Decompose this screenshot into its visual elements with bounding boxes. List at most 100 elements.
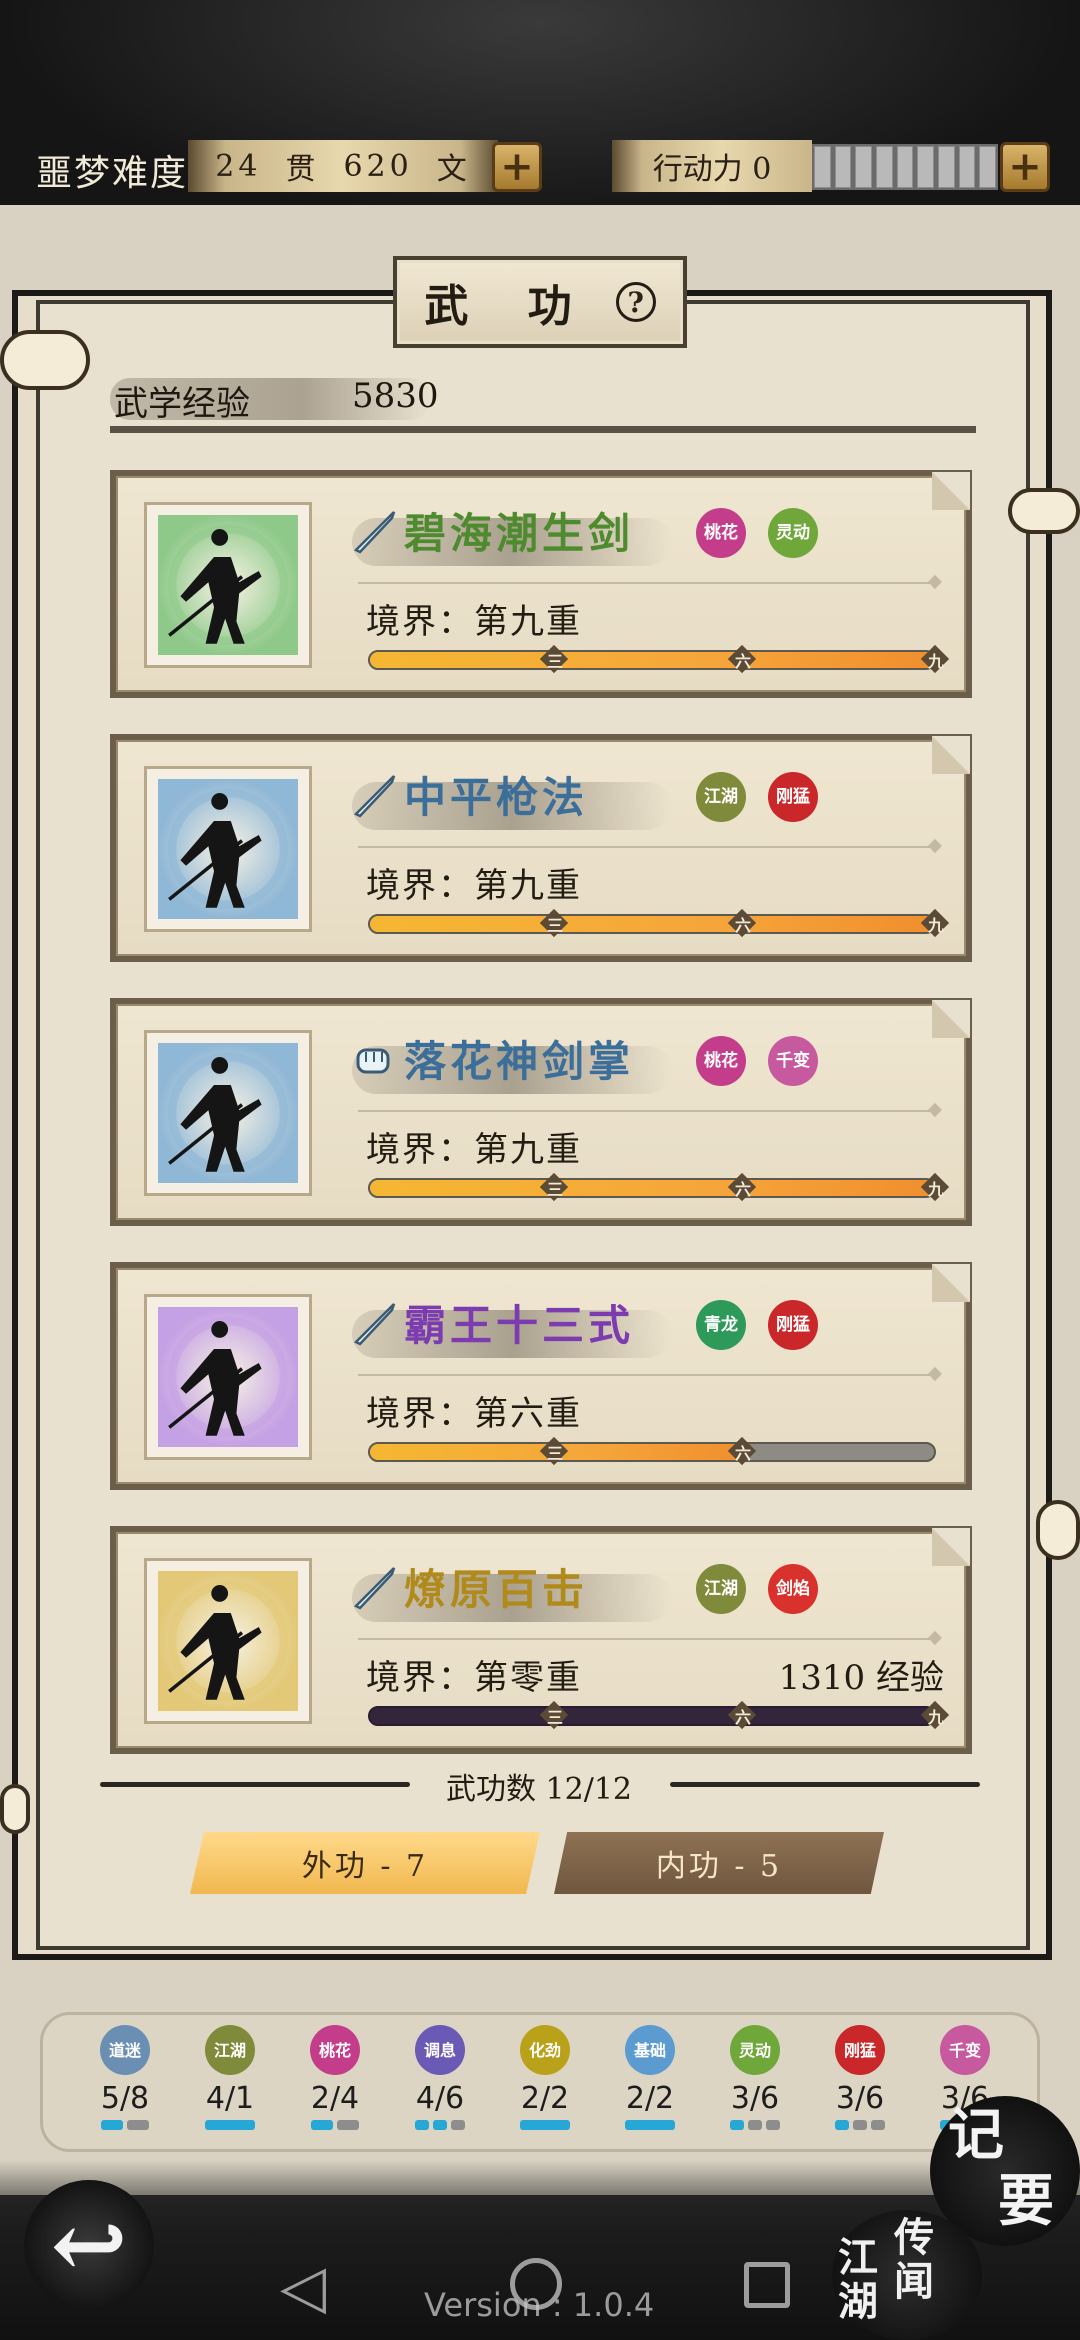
skill-realm: 境界：第九重 (366, 1130, 582, 1170)
question-icon[interactable]: ? (615, 282, 656, 322)
trait-level-bar (311, 2120, 333, 2130)
skill-card-body: 燎原百击 江湖 剑焰 境界：第零重 1310 经验三 六 九 (116, 1528, 970, 1748)
style-tag-icon: 江湖 (696, 1564, 746, 1614)
trait-value: 4/1 (205, 2081, 255, 2116)
trait-item[interactable]: 桃花 2/4 (295, 2025, 375, 2145)
style-tag-icon: 刚猛 (768, 772, 818, 822)
trait-bars (295, 2120, 375, 2130)
progress-milestone: 六 (729, 646, 757, 674)
trait-level-bar (871, 2120, 885, 2130)
stats-row: 噩梦难度 24 贯 620 文 + 行动力 0 + (0, 138, 1080, 198)
skill-realm: 境界：第零重 (366, 1658, 582, 1698)
action-point-segment (979, 146, 997, 188)
money-wen: 620 (343, 148, 413, 184)
trait-bars (505, 2120, 585, 2130)
money-guan: 24 (215, 148, 262, 184)
skill-portrait (144, 1030, 312, 1196)
divider (927, 838, 943, 854)
notes-label[interactable]: 记 要 (948, 2102, 1078, 2234)
style-tag-icon: 江湖 (696, 772, 746, 822)
action-points-label: 行动力 0 (612, 140, 812, 192)
skill-count-row: 武功数 12/12 (100, 1760, 980, 1810)
realm-progress-fill (370, 916, 934, 932)
trait-level-bar (451, 2120, 465, 2130)
progress-milestone: 六 (729, 910, 757, 938)
tab-inner-skills[interactable]: 内功 - 5 (554, 1832, 884, 1894)
realm-progress-bar (368, 1706, 936, 1726)
action-point-segment (896, 146, 914, 188)
trait-level-bar (835, 2120, 849, 2130)
nav-recents-icon[interactable] (744, 2262, 790, 2308)
style-tag-icon: 剑焰 (768, 1564, 818, 1614)
progress-milestone: 三 (541, 1702, 569, 1730)
trait-icon: 道迷 (100, 2025, 150, 2075)
trait-item[interactable]: 道迷 5/8 (85, 2025, 165, 2145)
rumors-col-1: 江湖 (838, 2234, 878, 2325)
trait-item[interactable]: 基础 2/2 (610, 2025, 690, 2145)
skill-card[interactable]: 中平枪法 江湖 刚猛 境界：第九重三 六 九 (110, 734, 972, 962)
divider (358, 1638, 934, 1640)
trait-icon: 刚猛 (835, 2025, 885, 2075)
back-arrow-icon[interactable]: ↩ (24, 2180, 154, 2310)
trait-item[interactable]: 灵动 3/6 (715, 2025, 795, 2145)
progress-milestone: 六 (729, 1702, 757, 1730)
style-tag-icon: 灵动 (768, 508, 818, 558)
trait-item[interactable]: 刚猛 3/6 (820, 2025, 900, 2145)
skill-card-body: 碧海潮生剑 桃花 灵动 境界：第九重三 六 九 (116, 472, 970, 692)
divider (927, 1102, 943, 1118)
realm-progress-bar (368, 1442, 936, 1462)
notes-char-1: 记 (948, 2102, 1004, 2168)
skill-card-body: 霸王十三式 青龙 刚猛 境界：第六重三 六 (116, 1264, 970, 1484)
action-point-segment (917, 146, 935, 188)
action-point-segment (814, 146, 831, 188)
trait-bars (610, 2120, 690, 2130)
trait-level-bar (625, 2120, 675, 2130)
progress-milestone: 九 (922, 646, 950, 674)
skill-card[interactable]: 碧海潮生剑 桃花 灵动 境界：第九重三 六 九 (110, 470, 972, 698)
spear-icon (350, 1300, 398, 1348)
panel-title: 武 功 (424, 281, 594, 332)
trait-level-bar (730, 2120, 744, 2130)
sword-icon (350, 508, 398, 556)
trait-item[interactable]: 调息 4/6 (400, 2025, 480, 2145)
progress-milestone: 三 (541, 1174, 569, 1202)
divider (927, 1630, 943, 1646)
skill-card[interactable]: 落花神剑掌 桃花 千变 境界：第九重三 六 九 (110, 998, 972, 1226)
divider (670, 1782, 980, 1787)
skill-realm: 境界：第六重 (366, 1394, 582, 1434)
trait-bars (190, 2120, 270, 2130)
experience-value: 5830 (352, 376, 439, 416)
difficulty-label: 噩梦难度 (36, 153, 189, 194)
trait-summary-bar: 道迷 5/8 江湖 4/1 桃花 2/4 调息 4/6 化劲 2/2 基础 2/2 灵动 3/6 刚猛 3/6… (40, 2012, 1040, 2152)
skill-name: 霸王十三式 (404, 1301, 635, 1350)
divider (358, 1110, 934, 1112)
skill-card[interactable]: 燎原百击 江湖 剑焰 境界：第零重 1310 经验三 六 九 (110, 1526, 972, 1754)
trait-bars (820, 2120, 900, 2130)
experience-row: 武学经验 5830 (110, 370, 980, 433)
trait-item[interactable]: 化劲 2/2 (505, 2025, 585, 2145)
add-money-button[interactable]: + (492, 142, 542, 192)
skill-name: 碧海潮生剑 (404, 509, 635, 558)
tab-outer-skills[interactable]: 外功 - 7 (190, 1832, 540, 1894)
page-fold (932, 1000, 970, 1038)
nav-back-icon[interactable]: ◁ (280, 2252, 326, 2322)
skill-portrait (144, 766, 312, 932)
trait-icon: 化劲 (520, 2025, 570, 2075)
skill-card[interactable]: 霸王十三式 青龙 刚猛 境界：第六重三 六 (110, 1262, 972, 1490)
rumors-col-2: 传闻 (894, 2214, 934, 2305)
trait-value: 3/6 (730, 2081, 780, 2116)
trait-icon: 灵动 (730, 2025, 780, 2075)
trait-value: 2/2 (520, 2081, 570, 2116)
progress-milestone: 三 (541, 910, 569, 938)
spear-icon (350, 772, 398, 820)
action-point-segment (855, 146, 873, 188)
trait-item[interactable]: 江湖 4/1 (190, 2025, 270, 2145)
action-point-segment (834, 146, 852, 188)
progress-milestone: 九 (922, 1702, 950, 1730)
trait-bars (85, 2120, 165, 2130)
divider (100, 1782, 410, 1787)
skill-portrait (144, 502, 312, 668)
progress-milestone: 三 (541, 646, 569, 674)
cloud-ornament (1036, 1500, 1080, 1560)
add-action-points-button[interactable]: + (1000, 142, 1050, 192)
